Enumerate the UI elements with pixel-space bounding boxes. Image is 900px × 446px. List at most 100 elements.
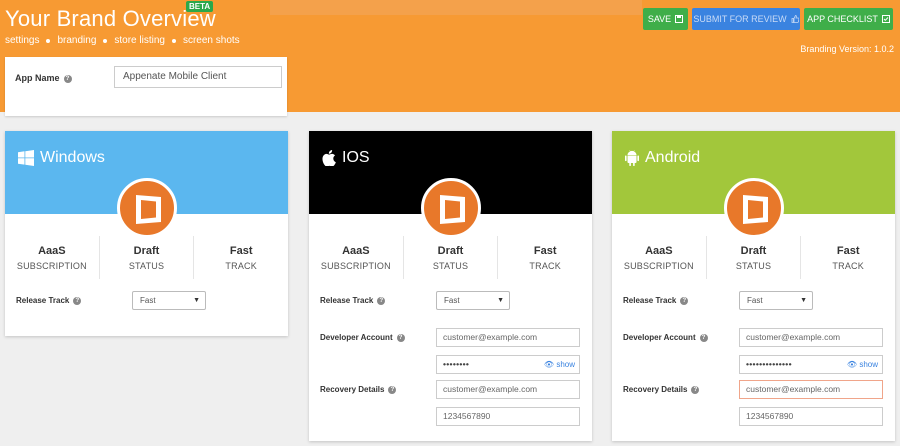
ios-title-text: IOS	[342, 149, 370, 166]
eye-icon: 👁	[543, 360, 555, 369]
release-track-label-text: Release Track	[16, 296, 70, 305]
release-track-label: Release Track?	[16, 296, 82, 305]
dot-separator	[103, 38, 108, 43]
developer-account-label-text: Developer Account	[320, 333, 393, 342]
app-name-label-text: App Name	[15, 73, 60, 83]
show-password-toggle[interactable]: 👁 show	[544, 356, 575, 373]
subnav-branding[interactable]: branding	[57, 35, 96, 46]
help-icon[interactable]: ?	[680, 296, 689, 305]
release-track-value: Fast	[747, 296, 763, 305]
developer-password-input[interactable]: •••••••• 👁 show	[436, 355, 580, 374]
subnav-screen-shots[interactable]: screen shots	[183, 35, 240, 46]
stat-status: Draft STATUS	[100, 236, 195, 279]
dropdown-arrow-icon: ▼	[800, 297, 807, 304]
dropdown-arrow-icon: ▼	[193, 297, 200, 304]
stat-track: Fast TRACK	[498, 236, 592, 279]
show-password-toggle[interactable]: 👁 show	[847, 356, 878, 373]
recovery-details-label: Recovery Details?	[320, 385, 397, 394]
ios-card: IOS AaaS SUBSCRIPTION Draft STATUS Fast TRA…	[309, 131, 592, 441]
app-logo-icon	[439, 195, 465, 224]
app-logo	[116, 178, 177, 238]
thumbs-up-icon	[791, 15, 799, 23]
stat-key: SUBSCRIPTION	[320, 261, 391, 271]
android-stats: AaaS SUBSCRIPTION Draft STATUS Fast TRACK	[612, 236, 895, 279]
release-track-label-text: Release Track	[623, 296, 677, 305]
android-logo-icon	[625, 150, 639, 166]
stat-key: STATUS	[432, 261, 469, 271]
stat-key: SUBSCRIPTION	[623, 261, 694, 271]
windows-card: Windows AaaS SUBSCRIPTION Draft STATUS Fas…	[5, 131, 288, 336]
developer-email-input[interactable]: customer@example.com	[436, 328, 580, 347]
help-icon[interactable]: ?	[691, 385, 700, 394]
app-name-input[interactable]: Appenate Mobile Client	[114, 66, 282, 88]
subnav-store-listing[interactable]: store listing	[114, 35, 165, 46]
show-label: show	[859, 360, 878, 369]
checklist-label: APP CHECKLIST	[807, 14, 878, 24]
release-track-value: Fast	[444, 296, 460, 305]
submit-label: SUBMIT FOR REVIEW	[693, 14, 787, 24]
developer-account-label: Developer Account?	[320, 333, 405, 342]
android-card: Android AaaS SUBSCRIPTION Draft STATUS Fas…	[612, 131, 895, 441]
recovery-email-input[interactable]: customer@example.com	[739, 380, 883, 399]
developer-account-label: Developer Account?	[623, 333, 708, 342]
developer-email-input[interactable]: customer@example.com	[739, 328, 883, 347]
recovery-details-label-text: Recovery Details	[623, 385, 688, 394]
help-icon[interactable]: ?	[377, 296, 386, 305]
branding-version: Branding Version: 1.0.2	[800, 44, 894, 54]
beta-badge: BETA	[186, 1, 214, 12]
app-logo	[420, 178, 481, 238]
help-icon[interactable]: ?	[388, 385, 397, 394]
windows-title: Windows	[18, 149, 105, 167]
password-mask: ••••••••	[443, 359, 470, 369]
stat-status: Draft STATUS	[707, 236, 802, 279]
stat-key: TRACK	[529, 261, 561, 271]
app-logo-icon	[135, 195, 161, 224]
stat-value: Draft	[740, 245, 767, 257]
recovery-phone-input[interactable]: 1234567890	[436, 407, 580, 426]
stat-value: Draft	[133, 245, 160, 257]
windows-card-header: Windows	[5, 131, 288, 238]
subnav-settings[interactable]: settings	[5, 35, 39, 46]
help-icon[interactable]: ?	[396, 333, 405, 342]
checklist-icon	[881, 15, 890, 23]
top-strip	[270, 0, 642, 15]
stat-key: SUBSCRIPTION	[16, 261, 87, 271]
help-icon[interactable]: ?	[73, 296, 82, 305]
app-name-label: App Name?	[15, 73, 72, 83]
release-track-label-text: Release Track	[320, 296, 374, 305]
stat-subscription: AaaS SUBSCRIPTION	[612, 236, 707, 279]
developer-account-label-text: Developer Account	[623, 333, 696, 342]
recovery-phone-input[interactable]: 1234567890	[739, 407, 883, 426]
stat-value: Draft	[437, 245, 464, 257]
app-checklist-button[interactable]: APP CHECKLIST	[804, 8, 893, 30]
stat-subscription: AaaS SUBSCRIPTION	[5, 236, 100, 279]
release-track-value: Fast	[140, 296, 156, 305]
stat-key: TRACK	[832, 261, 864, 271]
recovery-email-input[interactable]: customer@example.com	[436, 380, 580, 399]
apple-logo-icon	[322, 150, 336, 166]
stat-value: Fast	[229, 245, 253, 257]
release-track-select[interactable]: Fast ▼	[739, 291, 813, 310]
stat-value: AaaS	[38, 245, 66, 257]
stat-value: Fast	[836, 245, 860, 257]
release-track-select[interactable]: Fast ▼	[132, 291, 206, 310]
save-label: SAVE	[647, 14, 672, 24]
ios-card-header: IOS	[309, 131, 592, 238]
stat-status: Draft STATUS	[404, 236, 499, 279]
ios-stats: AaaS SUBSCRIPTION Draft STATUS Fast TRACK	[309, 236, 592, 279]
submit-for-review-button[interactable]: SUBMIT FOR REVIEW	[692, 8, 800, 30]
android-title-text: Android	[645, 149, 701, 166]
app-logo-icon	[742, 195, 768, 224]
ios-title: IOS	[322, 149, 370, 167]
password-mask: ••••••••••••••	[746, 359, 792, 369]
android-card-header: Android	[612, 131, 895, 238]
dropdown-arrow-icon: ▼	[497, 297, 504, 304]
release-track-label: Release Track?	[320, 296, 386, 305]
save-button[interactable]: SAVE	[643, 8, 688, 30]
help-icon[interactable]: ?	[63, 74, 72, 83]
release-track-select[interactable]: Fast ▼	[436, 291, 510, 310]
release-track-label: Release Track?	[623, 296, 689, 305]
developer-password-input[interactable]: •••••••••••••• 👁 show	[739, 355, 883, 374]
android-title: Android	[625, 149, 700, 167]
help-icon[interactable]: ?	[699, 333, 708, 342]
